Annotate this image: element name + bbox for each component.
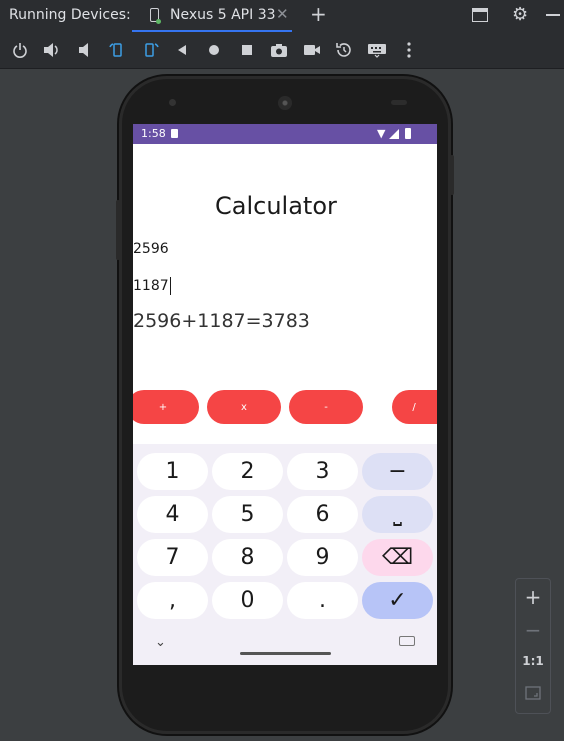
device-tab-label: Nexus 5 API 33 xyxy=(170,7,276,23)
sd-card-icon xyxy=(171,129,178,138)
key-0[interactable]: 0 xyxy=(212,582,283,619)
key-7[interactable]: 7 xyxy=(137,539,208,576)
gesture-handle[interactable] xyxy=(240,652,331,655)
volume-down-icon[interactable] xyxy=(75,40,95,60)
rotate-right-icon[interactable] xyxy=(140,40,160,60)
running-indicator-icon xyxy=(156,19,161,24)
earpiece-icon xyxy=(278,96,292,110)
more-icon[interactable] xyxy=(399,40,419,60)
second-number-value: 1187 xyxy=(133,278,169,294)
device-tab[interactable]: Nexus 5 API 33 ✕ xyxy=(132,0,292,32)
volume-up-icon[interactable] xyxy=(42,40,62,60)
status-time: 1:58 xyxy=(141,127,166,140)
overview-icon[interactable] xyxy=(237,40,257,60)
key-5[interactable]: 5 xyxy=(212,496,283,533)
emulator-toolbar xyxy=(0,32,564,69)
key-6[interactable]: 6 xyxy=(287,496,358,533)
wifi-icon: ▼ xyxy=(377,127,386,140)
key-minus[interactable]: − xyxy=(362,453,433,490)
text-cursor xyxy=(169,277,171,295)
zoom-in-button[interactable]: + xyxy=(516,585,550,609)
key-9[interactable]: 9 xyxy=(287,539,358,576)
zoom-panel: + − 1:1 xyxy=(515,578,551,714)
add-button[interactable]: + xyxy=(133,390,199,424)
fit-screen-icon[interactable] xyxy=(516,685,550,704)
key-4[interactable]: 4 xyxy=(137,496,208,533)
key-period[interactable]: . xyxy=(287,582,358,619)
battery-icon xyxy=(405,128,411,139)
app-title: Calculator xyxy=(215,192,337,220)
status-bar: 1:58 ▼ xyxy=(133,124,437,144)
device-screen[interactable]: 1:58 ▼ Calculator 2596 1187 2596+1187=37… xyxy=(133,124,437,665)
back-icon[interactable] xyxy=(172,40,192,60)
second-number-input[interactable]: 1187 xyxy=(133,277,171,295)
power-icon[interactable] xyxy=(10,40,30,60)
result-text: 2596+1187=3783 xyxy=(133,310,310,332)
tool-window-header: Running Devices: Nexus 5 API 33 ✕ + ⚙ xyxy=(0,0,564,32)
phone-power-button xyxy=(450,155,454,195)
key-space[interactable]: ⎵ xyxy=(362,496,433,533)
key-comma[interactable]: , xyxy=(137,582,208,619)
camera-icon[interactable] xyxy=(269,40,289,60)
key-3[interactable]: 3 xyxy=(287,453,358,490)
cell-signal-icon xyxy=(389,129,399,139)
collapse-keyboard-icon[interactable]: ⌄ xyxy=(155,635,166,650)
minimize-icon[interactable] xyxy=(546,14,560,16)
rotate-left-icon[interactable] xyxy=(107,40,127,60)
tool-window-title: Running Devices: xyxy=(9,7,131,23)
soft-keyboard: 1 2 3 − 4 5 6 ⎵ 7 8 9 ⌫ , 0 . ✓ ⌄ xyxy=(133,444,437,665)
home-icon[interactable] xyxy=(204,40,224,60)
keyboard-icon[interactable] xyxy=(367,40,387,60)
proximity-sensor-icon xyxy=(391,100,407,105)
snapshot-icon[interactable] xyxy=(334,40,354,60)
close-tab-icon[interactable]: ✕ xyxy=(276,5,289,23)
divide-button[interactable]: / xyxy=(392,390,437,424)
key-2[interactable]: 2 xyxy=(212,453,283,490)
actual-size-button[interactable]: 1:1 xyxy=(516,654,550,668)
front-camera-icon xyxy=(169,99,176,106)
add-device-icon[interactable]: + xyxy=(310,2,327,26)
key-8[interactable]: 8 xyxy=(212,539,283,576)
first-number-input[interactable]: 2596 xyxy=(133,241,169,257)
video-icon[interactable] xyxy=(302,40,322,60)
multiply-button[interactable]: x xyxy=(207,390,281,424)
switch-keyboard-icon[interactable] xyxy=(399,636,415,646)
subtract-button[interactable]: - xyxy=(289,390,363,424)
key-1[interactable]: 1 xyxy=(137,453,208,490)
zoom-out-button[interactable]: − xyxy=(516,618,550,642)
key-done[interactable]: ✓ xyxy=(362,582,433,619)
phone-volume-button xyxy=(116,200,120,260)
window-icon[interactable] xyxy=(472,8,488,22)
gear-icon[interactable]: ⚙ xyxy=(512,4,528,25)
key-backspace[interactable]: ⌫ xyxy=(362,539,433,576)
